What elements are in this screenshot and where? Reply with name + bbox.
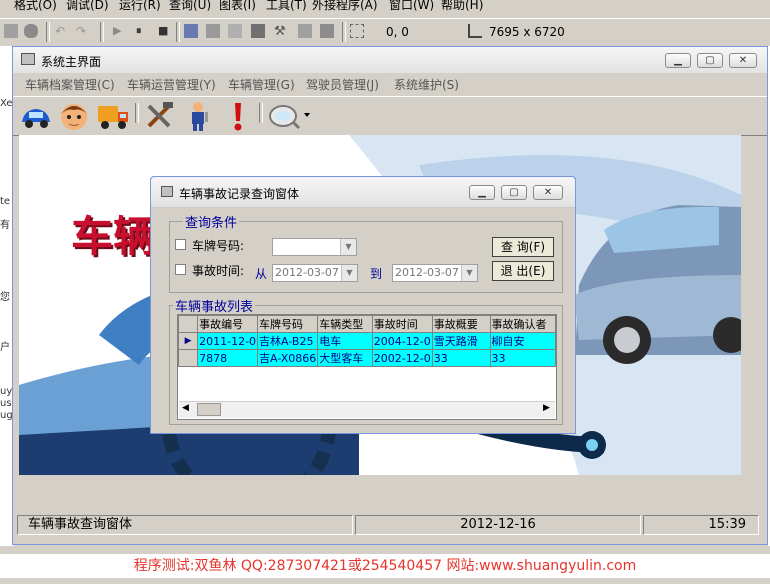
accident-grid[interactable]: 事故编号 车牌号码 车辆类型 事故时间 事故概要 事故确认者 ▶ 2011-12… (177, 314, 557, 420)
scroll-thumb[interactable] (197, 403, 221, 416)
menu-system-maintenance[interactable]: 系统维护(S) (394, 76, 459, 93)
dialog-title: 车辆事故记录查询窗体 (179, 187, 300, 201)
paste-icon[interactable] (4, 24, 18, 38)
properties-icon[interactable] (206, 24, 220, 38)
column-header[interactable]: 事故时间 (371, 315, 433, 333)
ide-menu-chart[interactable]: 图表(I) (219, 0, 256, 12)
start-icon[interactable]: ▶ (113, 24, 127, 38)
search-magnifier-icon[interactable] (267, 100, 313, 132)
table-row[interactable]: 7878 吉A-X0866 大型客车 2002-12-0 33 33 (178, 349, 556, 367)
to-label: 到 (370, 267, 383, 281)
car-icon[interactable] (19, 100, 53, 132)
ide-toolbar: ↶ ↷ ▶ ⏸ ■ ⚒ 0, 0 7695 x 6720 (0, 18, 770, 47)
column-header[interactable]: 车辆类型 (317, 315, 373, 333)
dialog-titlebar[interactable]: 车辆事故记录查询窗体 ▁ ▢ ✕ (151, 177, 575, 208)
date-to-picker[interactable]: 2012-03-07 ▼ (392, 264, 478, 282)
banner-title: 车辆 (71, 212, 156, 261)
chevron-down-icon: ▼ (461, 265, 477, 281)
driver-avatar-icon[interactable] (57, 100, 91, 132)
status-date: 2012-12-16 (355, 515, 641, 535)
column-header[interactable]: 事故编号 (197, 315, 259, 333)
ide-menu-tools[interactable]: 工具(T) (266, 0, 307, 12)
menu-vehicle-archive[interactable]: 车辆档案管理(C) (25, 76, 115, 93)
close-button[interactable]: ✕ (729, 53, 757, 68)
alert-icon[interactable] (221, 100, 255, 132)
column-header[interactable]: 事故确认者 (489, 315, 556, 333)
dialog-maximize-button[interactable]: ▢ (501, 185, 527, 200)
column-header[interactable]: 事故概要 (431, 315, 491, 333)
status-form-name: 车辆事故查询窗体 (17, 515, 353, 535)
size-icon (468, 24, 482, 38)
status-time: 15:39 (643, 515, 759, 535)
query-conditions-group (169, 221, 563, 293)
form-layout-icon[interactable] (228, 24, 242, 38)
mechanic-icon[interactable] (181, 100, 215, 132)
ide-menu-query[interactable]: 查询(U) (169, 0, 211, 12)
grid-header-row: 事故编号 车牌号码 车辆类型 事故时间 事故概要 事故确认者 (178, 315, 556, 333)
stop-icon[interactable]: ■ (158, 24, 172, 38)
dialog-close-button[interactable]: ✕ (533, 185, 563, 200)
tools-icon[interactable] (143, 100, 177, 132)
project-explorer-icon[interactable] (184, 24, 198, 38)
main-titlebar[interactable]: 系统主界面 ▁ ▢ ✕ (13, 47, 767, 74)
from-label: 从 (255, 267, 268, 281)
footer-credit: 程序测试:双鱼林 QQ:287307421或254540457 网站:www.s… (0, 554, 770, 578)
scroll-left-icon[interactable]: ◀ (182, 403, 189, 413)
data-view-icon[interactable] (298, 24, 312, 38)
size-readout: 7695 x 6720 (489, 25, 565, 39)
ide-menu-run[interactable]: 运行(R) (119, 0, 161, 12)
ide-menu-debug[interactable]: 调试(D) (66, 0, 109, 12)
current-row-indicator-icon: ▶ (178, 332, 199, 350)
query-conditions-title: 查询条件 (183, 212, 240, 231)
plate-checkbox[interactable] (175, 239, 186, 250)
table-row[interactable]: ▶ 2011-12-0 吉林A-B25 电车 2004-12-0 雪天路滑 柳自… (178, 332, 556, 350)
grid-horizontal-scrollbar[interactable]: ◀ ▶ (179, 401, 555, 418)
truck-icon[interactable] (96, 100, 130, 132)
query-button[interactable]: 查 询(F) (492, 237, 554, 257)
find-icon[interactable] (24, 24, 38, 38)
ide-menu-help[interactable]: 帮助(H) (441, 0, 483, 12)
scroll-right-icon[interactable]: ▶ (543, 403, 550, 413)
position-readout: 0, 0 (386, 25, 409, 39)
ide-menu-window[interactable]: 窗口(W) (389, 0, 434, 12)
position-icon (350, 24, 364, 38)
main-toolbar (13, 96, 767, 136)
app-icon (21, 53, 35, 65)
time-checkbox[interactable] (175, 264, 186, 275)
menu-driver-management[interactable]: 驾驶员管理(J) (306, 76, 379, 93)
maximize-button[interactable]: ▢ (697, 53, 723, 68)
status-bar: 车辆事故查询窗体 2012-12-16 15:39 (13, 513, 767, 537)
ide-menu-format[interactable]: 格式(O) (14, 0, 57, 12)
dialog-icon (161, 186, 173, 197)
ide-menu-addins[interactable]: 外接程序(A) (312, 0, 378, 12)
object-browser-icon[interactable] (251, 24, 265, 38)
main-menubar: 车辆档案管理(C) 车辆运营管理(Y) 车辆管理(G) 驾驶员管理(J) 系统维… (13, 73, 767, 95)
chevron-down-icon: ▼ (341, 265, 357, 281)
component-manager-icon[interactable] (320, 24, 334, 38)
minimize-button[interactable]: ▁ (665, 53, 691, 68)
plate-combo[interactable]: ▼ (272, 238, 357, 256)
menu-vehicle-operation[interactable]: 车辆运营管理(Y) (127, 76, 216, 93)
main-window-title: 系统主界面 (41, 55, 102, 69)
date-from-picker[interactable]: 2012-03-07 ▼ (272, 264, 358, 282)
toolbox-icon[interactable]: ⚒ (274, 24, 288, 39)
time-label: 事故时间: (192, 264, 245, 278)
dialog-minimize-button[interactable]: ▁ (469, 185, 495, 200)
menu-vehicle-management[interactable]: 车辆管理(G) (228, 76, 295, 93)
plate-label: 车牌号码: (192, 239, 245, 253)
pause-icon[interactable]: ⏸ (136, 24, 150, 38)
chevron-down-icon: ▼ (340, 239, 356, 255)
accident-query-dialog: 车辆事故记录查询窗体 ▁ ▢ ✕ 查询条件 车牌号码: ▼ 事故时间: 从 20… (150, 176, 576, 434)
accident-list-title: 车辆事故列表 (173, 296, 256, 315)
column-header[interactable]: 车牌号码 (257, 315, 319, 333)
undo-icon[interactable]: ↶ (55, 24, 69, 38)
redo-icon[interactable]: ↷ (76, 24, 90, 38)
exit-button[interactable]: 退 出(E) (492, 261, 554, 281)
ide-menubar: 格式(O) 调试(D) 运行(R) 查询(U) 图表(I) 工具(T) 外接程序… (0, 0, 770, 12)
